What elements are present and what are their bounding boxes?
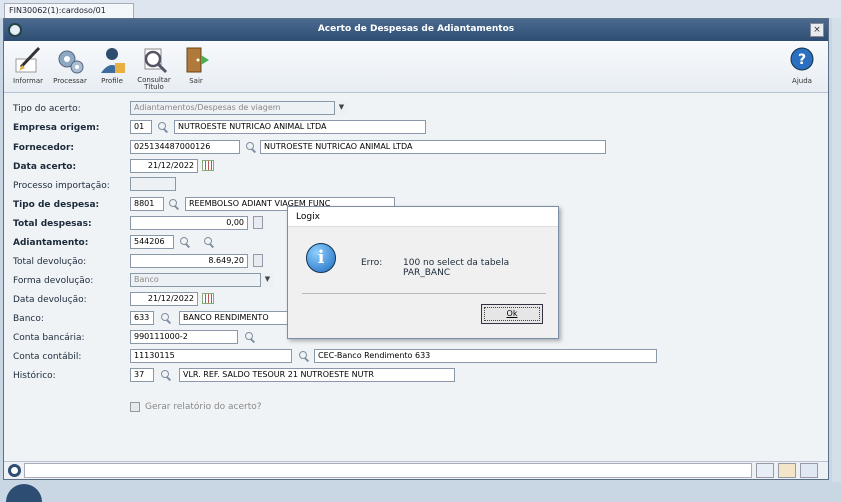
filter-icon[interactable] — [203, 236, 215, 248]
empresa-name-field: NUTROESTE NUTRICAO ANIMAL LTDA — [174, 120, 426, 134]
adiantamento-label: Adiantamento: — [13, 238, 89, 248]
total-despesas-label: Total despesas: — [13, 219, 92, 229]
search-icon[interactable] — [157, 121, 169, 133]
historico-name-field: VLR. REF. SALDO TESOUR 21 NUTROESTE NUTR — [179, 368, 455, 382]
user-icon — [97, 45, 127, 75]
conta-bancaria-label: Conta bancária: — [13, 333, 85, 343]
help-icon: ? — [787, 45, 817, 75]
historico-label: Histórico: — [13, 371, 56, 381]
gerar-relatorio-label: Gerar relatório do acerto? — [145, 402, 262, 412]
data-acerto-label: Data acerto: — [13, 162, 77, 172]
ajuda-button[interactable]: ? Ajuda — [780, 45, 824, 85]
search-icon[interactable] — [160, 369, 172, 381]
info-icon: i — [306, 243, 336, 273]
tipo-acerto-value: Adiantamentos/Despesas de viagem — [134, 103, 281, 112]
historico-code-input[interactable]: 37 — [130, 368, 154, 382]
dialog-title: Logix — [288, 207, 558, 227]
app-logo — [6, 484, 42, 502]
tipo-acerto-label: Tipo do acerto: — [13, 104, 81, 114]
fornecedor-code-input[interactable]: 025134487000126 — [130, 140, 240, 154]
chat-icon[interactable] — [800, 463, 818, 478]
search-icon[interactable] — [168, 198, 180, 210]
processo-input[interactable] — [130, 177, 176, 191]
banco-code-input[interactable]: 633 — [130, 311, 154, 325]
search-icon[interactable] — [160, 312, 172, 324]
empresa-code-input[interactable]: 01 — [130, 120, 152, 134]
gerar-relatorio-checkbox[interactable] — [130, 402, 140, 412]
calendar-icon[interactable] — [202, 160, 214, 171]
status-message-field — [24, 463, 752, 478]
exit-door-icon — [181, 45, 211, 75]
total-devolucao-label: Total devolução: — [13, 257, 87, 267]
total-devolucao-field: 8.649,20 — [130, 254, 248, 268]
ajuda-label: Ajuda — [792, 77, 812, 85]
tipo-despesa-code-input[interactable]: 8801 — [130, 197, 164, 211]
window-title: Acerto de Despesas de Adiantamentos — [317, 24, 515, 34]
total-despesas-field: 0,00 — [130, 216, 248, 230]
informar-button[interactable]: Informar — [6, 45, 50, 85]
notes-icon[interactable] — [778, 463, 796, 478]
chevron-down-icon[interactable]: ▼ — [334, 101, 348, 115]
search-icon[interactable] — [179, 236, 191, 248]
toolbar: Informar Processar Profile Consultar Títu… — [4, 41, 828, 93]
close-icon[interactable]: × — [810, 23, 824, 37]
processar-label: Processar — [53, 77, 87, 85]
key-icon[interactable] — [756, 463, 774, 478]
title-bar: Acerto de Despesas de Adiantamentos × — [4, 19, 828, 41]
right-scrollbar[interactable] — [832, 18, 841, 482]
banco-name-field: BANCO RENDIMENTO — [179, 311, 289, 325]
status-icon — [8, 464, 21, 477]
fornecedor-label: Fornecedor: — [13, 143, 75, 153]
dialog-separator — [302, 293, 546, 294]
sair-button[interactable]: Sair — [174, 45, 218, 85]
calendar-icon[interactable] — [202, 293, 214, 304]
forma-devolucao-label: Forma devolução: — [13, 276, 94, 286]
titulo-label: Título — [144, 83, 164, 91]
forma-devolucao-select[interactable]: Banco — [130, 273, 274, 287]
program-tab[interactable]: FIN30062(1):cardoso/01 — [4, 3, 134, 18]
data-devolucao-input[interactable]: 21/12/2022 — [130, 292, 198, 306]
dialog-message: 100 no select da tabela PAR_BANC — [403, 258, 510, 278]
empresa-label: Empresa origem: — [13, 123, 100, 133]
conta-contabil-input[interactable]: 11130115 — [130, 349, 292, 363]
dialog-error-label: Erro: — [361, 258, 383, 268]
informar-label: Informar — [13, 77, 43, 85]
processar-button[interactable]: Processar — [48, 45, 92, 85]
conta-bancaria-input[interactable]: 990111000-2 — [130, 330, 238, 344]
tipo-despesa-label: Tipo de despesa: — [13, 200, 100, 210]
gears-icon — [55, 45, 85, 75]
conta-contabil-label: Conta contábil: — [13, 352, 82, 362]
profile-label: Profile — [101, 77, 123, 85]
chevron-down-icon[interactable]: ▼ — [260, 273, 274, 287]
search-icon[interactable] — [245, 141, 257, 153]
processo-label: Processo importação: — [13, 181, 110, 191]
tab-strip: FIN30062(1):cardoso/01 — [0, 0, 841, 18]
status-bar — [4, 461, 828, 479]
adiantamento-input[interactable]: 544206 — [130, 235, 174, 249]
consultar-titulo-button[interactable]: Consultar Título — [132, 45, 176, 91]
search-icon[interactable] — [244, 331, 256, 343]
magnifier-document-icon — [139, 45, 169, 75]
spinner-icon[interactable] — [253, 216, 263, 229]
fornecedor-name-field: NUTROESTE NUTRICAO ANIMAL LTDA — [260, 140, 606, 154]
error-dialog: Logix i Erro: 100 no select da tabela PA… — [287, 206, 559, 339]
spinner-icon[interactable] — [253, 254, 263, 267]
svg-text:?: ? — [798, 52, 806, 68]
data-acerto-input[interactable]: 21/12/2022 — [130, 159, 198, 173]
sair-label: Sair — [189, 77, 203, 85]
profile-button[interactable]: Profile — [90, 45, 134, 85]
search-icon[interactable] — [298, 350, 310, 362]
banco-label: Banco: — [13, 314, 44, 324]
forma-devolucao-value: Banco — [134, 275, 159, 284]
conta-contabil-name-field: CEC-Banco Rendimento 633 — [314, 349, 657, 363]
data-devolucao-label: Data devolução: — [13, 295, 87, 305]
pencil-icon — [13, 45, 43, 75]
tipo-acerto-select[interactable]: Adiantamentos/Despesas de viagem — [130, 101, 348, 115]
ok-button[interactable]: Ok — [481, 304, 543, 324]
bottom-band — [0, 482, 841, 502]
